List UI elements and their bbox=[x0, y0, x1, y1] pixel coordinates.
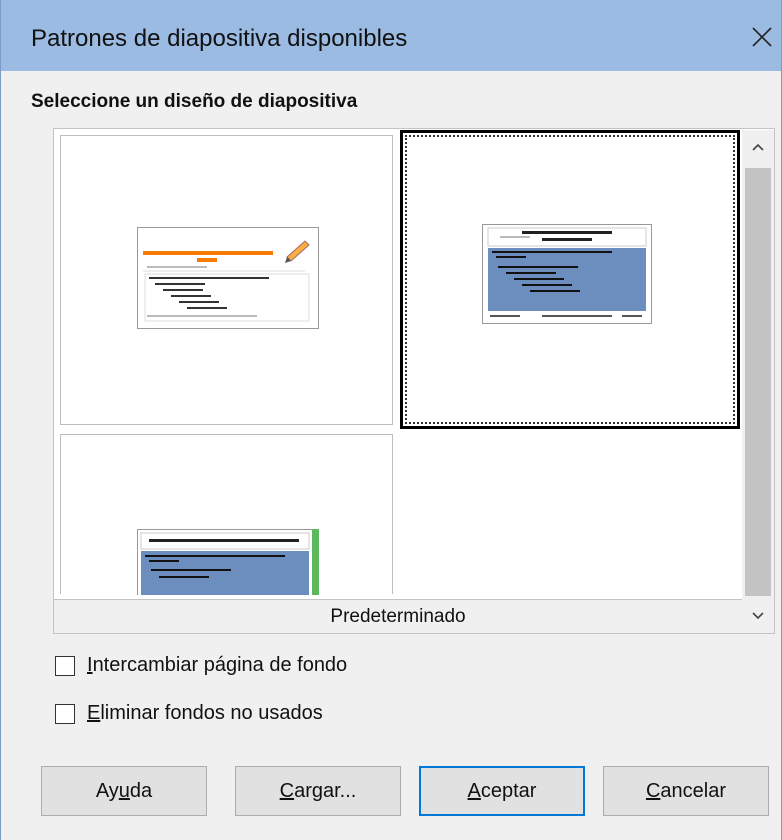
vertical-scrollbar[interactable] bbox=[742, 130, 774, 633]
swap-background-label: Intercambiar página de fondo bbox=[87, 654, 348, 676]
delete-unused-checkbox[interactable] bbox=[55, 703, 75, 724]
design-name-caption: Predeterminado bbox=[54, 599, 742, 633]
slide-preview-image bbox=[137, 529, 319, 595]
dialog-title: Patrones de diapositiva disponibles bbox=[31, 25, 408, 52]
load-button[interactable]: Cargar... bbox=[235, 766, 401, 816]
title-bar: Patrones de diapositiva disponibles bbox=[1, 0, 781, 71]
chevron-up-icon bbox=[752, 143, 764, 151]
delete-unused-option[interactable]: Eliminar fondos no usados bbox=[55, 702, 323, 725]
slide-design-gallery: Predeterminado bbox=[53, 128, 775, 634]
close-button[interactable] bbox=[747, 22, 777, 52]
close-icon bbox=[752, 27, 772, 47]
swap-background-checkbox[interactable] bbox=[55, 655, 75, 676]
ok-button[interactable]: Aceptar bbox=[419, 766, 585, 816]
scroll-down-button[interactable] bbox=[742, 599, 774, 633]
cancel-button[interactable]: Cancelar bbox=[603, 766, 769, 816]
help-button[interactable]: Ay u da bbox=[41, 766, 207, 816]
slide-design-thumbnail-selected[interactable] bbox=[400, 130, 740, 429]
section-heading: Seleccione un diseño de diapositiva bbox=[31, 91, 358, 112]
chevron-down-icon bbox=[752, 612, 764, 620]
slide-design-thumbnail[interactable] bbox=[60, 434, 393, 595]
scroll-up-button[interactable] bbox=[742, 130, 774, 164]
slide-design-thumbnail[interactable] bbox=[60, 135, 393, 425]
dialog-window: Patrones de diapositiva disponibles Sele… bbox=[0, 0, 782, 840]
delete-unused-label: Eliminar fondos no usados bbox=[87, 702, 323, 724]
slide-preview-image bbox=[137, 227, 319, 329]
scroll-thumb[interactable] bbox=[745, 168, 771, 596]
swap-background-option[interactable]: Intercambiar página de fondo bbox=[55, 654, 347, 677]
design-name-label: Predeterminado bbox=[330, 606, 466, 627]
slide-preview-image bbox=[482, 224, 652, 324]
